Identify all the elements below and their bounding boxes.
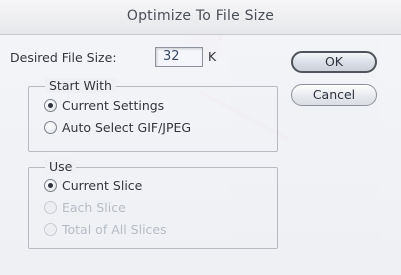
radio-unselected-icon[interactable] bbox=[44, 121, 57, 134]
radio-total-of-all-slices: Total of All Slices bbox=[44, 222, 167, 237]
radio-selected-icon[interactable] bbox=[44, 99, 57, 112]
radio-current-settings[interactable]: Current Settings bbox=[44, 98, 164, 113]
cancel-button[interactable]: Cancel bbox=[291, 84, 377, 106]
radio-label: Total of All Slices bbox=[62, 222, 167, 237]
radio-disabled-icon bbox=[44, 201, 57, 214]
use-group-title: Use bbox=[45, 159, 77, 174]
size-unit-label: K bbox=[208, 49, 217, 64]
radio-label: Current Settings bbox=[62, 98, 165, 113]
radio-current-slice[interactable]: Current Slice bbox=[44, 178, 142, 193]
radio-label: Auto Select GIF/JPEG bbox=[62, 120, 192, 135]
start-with-group-title: Start With bbox=[45, 78, 116, 93]
title-bar[interactable]: Optimize To File Size bbox=[0, 0, 401, 35]
radio-label: Current Slice bbox=[62, 178, 143, 193]
radio-disabled-icon bbox=[44, 223, 57, 236]
radio-auto-select-gif-jpeg[interactable]: Auto Select GIF/JPEG bbox=[44, 120, 191, 135]
ok-button[interactable]: OK bbox=[291, 51, 377, 73]
radio-label: Each Slice bbox=[62, 200, 126, 215]
desired-file-size-input[interactable]: 32 bbox=[155, 47, 203, 67]
start-with-group bbox=[28, 86, 278, 152]
radio-selected-icon[interactable] bbox=[44, 179, 57, 192]
dialog-title: Optimize To File Size bbox=[126, 8, 275, 24]
optimize-dialog: Optimize To File Size Desired File Size:… bbox=[0, 0, 401, 275]
radio-each-slice: Each Slice bbox=[44, 200, 126, 215]
desired-file-size-label: Desired File Size: bbox=[10, 50, 117, 65]
